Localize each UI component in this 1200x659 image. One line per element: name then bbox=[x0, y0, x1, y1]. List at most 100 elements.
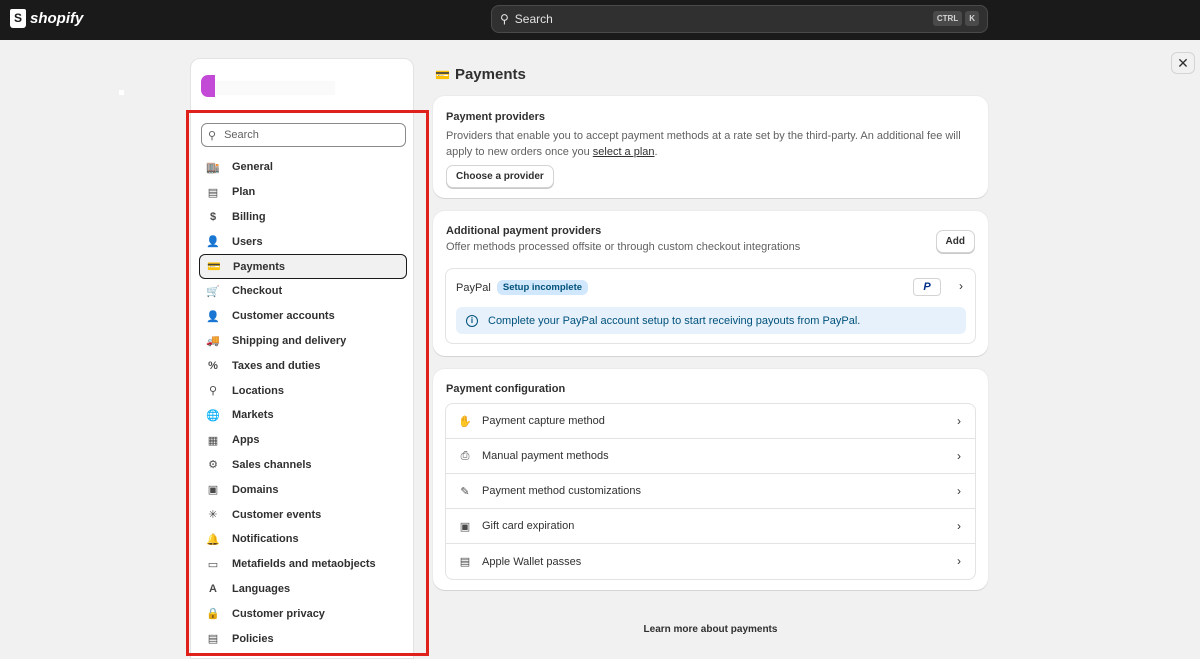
shopify-logo[interactable]: shopify bbox=[10, 9, 83, 28]
payment-configuration-list: ✋ Payment capture method › ⎙ Manual payment … bbox=[445, 403, 976, 580]
sidebar-item-customer-events[interactable]: ✳ Customer events bbox=[199, 502, 407, 527]
sidebar-item-label: Payments bbox=[233, 260, 285, 273]
learn-more-link[interactable]: Learn more about payments bbox=[433, 624, 988, 635]
paypal-header: PayPal Setup incomplete bbox=[456, 280, 589, 295]
payment-configuration-card: Payment configuration ✋ Payment capture m… bbox=[433, 369, 988, 590]
top-bar: shopify ⚲ Search CTRL K bbox=[0, 0, 1200, 40]
person-icon: 👤 bbox=[206, 310, 220, 323]
location-icon: ⚲ bbox=[208, 385, 218, 398]
info-icon: i bbox=[466, 314, 478, 327]
sidebar-item-label: Policies bbox=[232, 632, 274, 645]
config-row-label: Manual payment methods bbox=[482, 450, 609, 462]
bell-icon: 🔔 bbox=[206, 533, 220, 546]
decorative-dot bbox=[119, 90, 124, 95]
config-row-manual-payment-methods[interactable]: ⎙ Manual payment methods › bbox=[446, 439, 975, 474]
store-name-redacted[interactable] bbox=[199, 73, 375, 99]
sidebar-item-label: Locations bbox=[232, 384, 284, 397]
sidebar-item-shipping-and-delivery[interactable]: 🚚 Shipping and delivery bbox=[199, 329, 407, 354]
sidebar-item-label: Notifications bbox=[232, 533, 299, 546]
sidebar-item-customer-accounts[interactable]: 👤 Customer accounts bbox=[199, 304, 407, 329]
sidebar-item-label: Languages bbox=[232, 582, 291, 595]
shortcut-hint: CTRL K bbox=[932, 11, 979, 26]
sidebar-item-label: Plan bbox=[232, 186, 256, 199]
settings-sidebar: ⚲ Search 🏬 General ▤ Plan $ Billing 👤 Users 💳 Pay… bbox=[190, 58, 414, 659]
sidebar-item-notifications[interactable]: 🔔 Notifications bbox=[199, 527, 407, 552]
config-row-apple-wallet-passes[interactable]: ▤ Apple Wallet passes › bbox=[446, 544, 975, 579]
additional-providers-subtitle: Offer methods processed offsite or throu… bbox=[446, 241, 801, 253]
sidebar-item-checkout[interactable]: 🛒 Checkout bbox=[199, 279, 407, 304]
providers-text: Providers that enable you to accept paym… bbox=[446, 130, 961, 158]
wallet-icon: ▤ bbox=[459, 556, 471, 568]
settings-search-input[interactable]: ⚲ Search bbox=[201, 123, 406, 147]
add-provider-button[interactable]: Add bbox=[935, 230, 975, 253]
sidebar-item-users[interactable]: 👤 Users bbox=[199, 229, 407, 254]
paypal-provider-row[interactable]: PayPal Setup incomplete P › i Complete y… bbox=[445, 268, 976, 344]
global-search-label: Search bbox=[514, 12, 553, 26]
sidebar-item-label: Apps bbox=[232, 434, 260, 447]
lock-icon: 🔒 bbox=[206, 608, 220, 621]
choose-provider-button[interactable]: Choose a provider bbox=[446, 165, 554, 188]
paypal-info-banner: i Complete your PayPal account setup to … bbox=[456, 307, 966, 334]
domains-icon: ▣ bbox=[207, 484, 219, 497]
payments-icon: 💳 bbox=[207, 261, 221, 274]
chevron-right-icon[interactable]: › bbox=[959, 279, 963, 293]
language-icon: A bbox=[209, 582, 217, 595]
kbd-ctrl: CTRL bbox=[932, 11, 963, 26]
store-icon: 🏬 bbox=[206, 161, 220, 174]
paypal-banner-text: Complete your PayPal account setup to st… bbox=[488, 314, 861, 327]
paypal-name: PayPal bbox=[456, 281, 491, 294]
sidebar-item-markets[interactable]: 🌐 Markets bbox=[199, 403, 407, 428]
config-row-payment-capture-method[interactable]: ✋ Payment capture method › bbox=[446, 404, 975, 439]
sidebar-item-taxes-and-duties[interactable]: % Taxes and duties bbox=[199, 353, 407, 378]
sidebar-item-apps[interactable]: ▦ Apps bbox=[199, 428, 407, 453]
chevron-right-icon: › bbox=[957, 519, 961, 533]
additional-providers-card: Additional payment providers Offer metho… bbox=[433, 211, 988, 356]
policies-icon: ▤ bbox=[207, 633, 219, 646]
sidebar-item-payments[interactable]: 💳 Payments bbox=[199, 254, 407, 279]
sidebar-item-label: Billing bbox=[232, 210, 266, 223]
payment-providers-card: Payment providers Providers that enable … bbox=[433, 96, 988, 198]
sidebar-item-customer-privacy[interactable]: 🔒 Customer privacy bbox=[199, 601, 407, 626]
search-icon: ⚲ bbox=[500, 12, 509, 26]
capture-icon: ✋ bbox=[458, 415, 472, 428]
close-button[interactable]: ✕ bbox=[1171, 52, 1195, 74]
sidebar-item-languages[interactable]: A Languages bbox=[199, 577, 407, 602]
page-title-text: Payments bbox=[454, 66, 526, 83]
users-icon: 👤 bbox=[206, 236, 220, 249]
settings-nav: 🏬 General ▤ Plan $ Billing 👤 Users 💳 Payments 🛒 Che… bbox=[199, 155, 407, 651]
sidebar-item-label: Metafields and metaobjects bbox=[232, 558, 376, 571]
sidebar-item-sales-channels[interactable]: ⚙ Sales channels bbox=[199, 453, 407, 478]
sidebar-item-label: Domains bbox=[232, 483, 279, 496]
sidebar-item-locations[interactable]: ⚲ Locations bbox=[199, 378, 407, 403]
sidebar-item-label: Customer privacy bbox=[232, 607, 325, 620]
cursor-icon: ✳ bbox=[208, 509, 218, 522]
sidebar-item-label: Taxes and duties bbox=[232, 359, 321, 372]
sidebar-item-label: Sales channels bbox=[232, 458, 312, 471]
config-row-label: Payment capture method bbox=[482, 415, 605, 427]
config-row-payment-method-customizations[interactable]: ✎ Payment method customizations › bbox=[446, 474, 975, 509]
sidebar-item-metafields-and-metaobjects[interactable]: ▭ Metafields and metaobjects bbox=[199, 552, 407, 577]
truck-icon: 🚚 bbox=[206, 335, 220, 348]
sidebar-item-policies[interactable]: ▤ Policies bbox=[199, 626, 407, 651]
sidebar-item-plan[interactable]: ▤ Plan bbox=[199, 180, 407, 205]
sidebar-item-label: General bbox=[232, 161, 273, 174]
sidebar-item-domains[interactable]: ▣ Domains bbox=[199, 477, 407, 502]
kbd-k: K bbox=[965, 11, 979, 26]
sidebar-item-billing[interactable]: $ Billing bbox=[199, 205, 407, 230]
payments-icon: 💳 bbox=[435, 67, 450, 82]
sidebar-item-label: Shipping and delivery bbox=[232, 334, 347, 347]
config-row-gift-card-expiration[interactable]: ▣ Gift card expiration › bbox=[446, 509, 975, 544]
gift-card-icon: ▣ bbox=[459, 520, 471, 533]
apps-icon: ▦ bbox=[207, 434, 219, 447]
config-row-label: Apple Wallet passes bbox=[482, 555, 582, 568]
customize-icon: ✎ bbox=[460, 485, 470, 498]
global-search[interactable]: ⚲ Search CTRL K bbox=[491, 5, 988, 33]
sidebar-item-general[interactable]: 🏬 General bbox=[199, 155, 407, 180]
search-icon: ⚲ bbox=[208, 129, 217, 142]
sales-channels-icon: ⚙ bbox=[208, 459, 218, 472]
config-row-label: Gift card expiration bbox=[482, 520, 575, 532]
select-plan-link[interactable]: select a plan bbox=[593, 146, 655, 158]
brand-name: shopify bbox=[30, 10, 84, 27]
tax-icon: % bbox=[208, 359, 218, 372]
cart-icon: 🛒 bbox=[206, 285, 220, 298]
